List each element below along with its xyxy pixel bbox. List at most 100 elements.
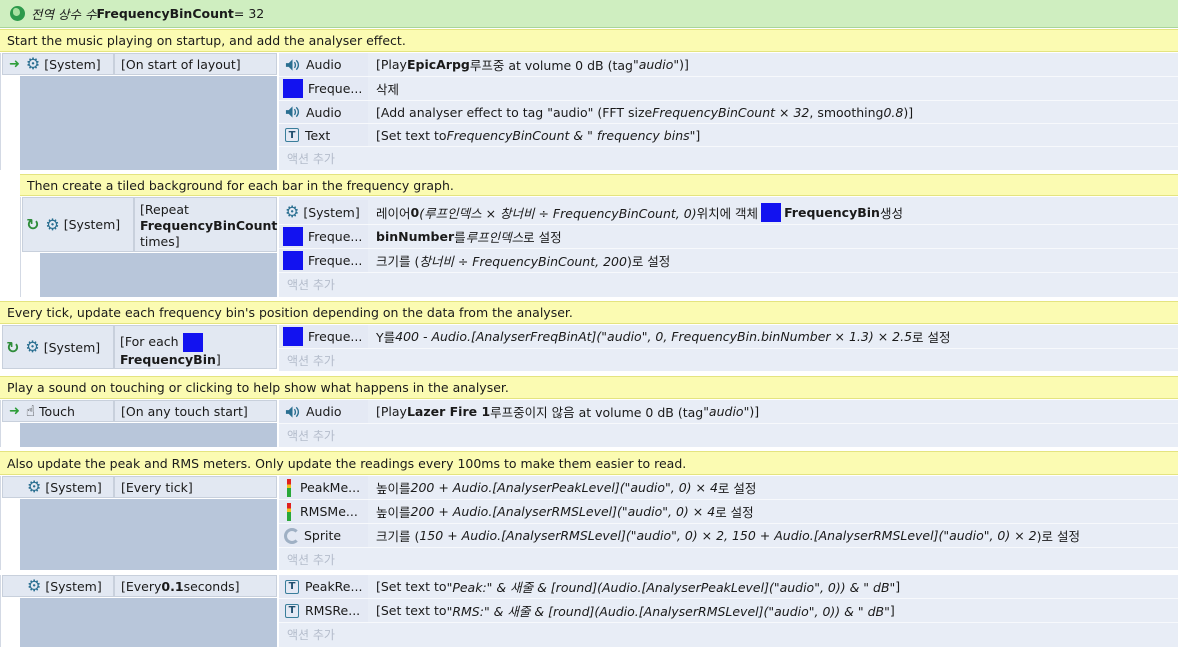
comment-row[interactable]: Also update the peak and RMS meters. Onl… (0, 451, 1178, 475)
action-text[interactable]: 크기를 (150 + Audio.[AnalyserRMSLevel]("aud… (368, 524, 1178, 548)
event-object-cell[interactable]: ↻ ⚙ [System] (22, 197, 134, 252)
touch-label: Touch (39, 403, 75, 419)
event-margin (0, 575, 1, 647)
action-text[interactable]: [Set text to FrequencyBinCount & " frequ… (368, 124, 1178, 147)
gear-icon: ⚙ (25, 54, 41, 73)
event-block-filler (20, 76, 277, 170)
event-block-filler (20, 499, 277, 570)
event-object-cell[interactable]: ↻ ⚙ [System] (2, 325, 114, 369)
action-text[interactable]: [Set text to "RMS:" & 새줄 & [round](Audio… (368, 599, 1178, 623)
condition-text: [For each FrequencyBin] (120, 333, 221, 367)
action-text[interactable]: Y를 400 - Audio.[AnalyserFreqBinAt]("audi… (368, 325, 1178, 349)
action-object-frequencybin[interactable]: Freque... (279, 325, 368, 349)
action-object-text[interactable]: T Text (279, 124, 368, 147)
text-object-icon: T (285, 128, 299, 142)
system-label: [System] (45, 578, 102, 594)
action-object-rmsmeter[interactable]: RMSMe... (279, 500, 368, 524)
action-text[interactable]: binNumber 를 루프인덱스 로 설정 (368, 225, 1178, 249)
action-object-audio[interactable]: Audio (279, 400, 368, 424)
blue-sprite-icon (182, 333, 203, 352)
event-condition-cell[interactable]: [On start of layout] (114, 53, 277, 75)
blue-sprite-icon (283, 227, 303, 246)
event-margin (20, 197, 21, 297)
text-object-icon: T (285, 603, 299, 618)
gear-icon: ⚙ (27, 477, 42, 496)
trigger-arrow-icon: ➜ (9, 403, 20, 419)
speaker-icon (285, 58, 300, 71)
system-label: [System] (63, 217, 121, 232)
meter-icon (287, 478, 291, 497)
add-action-link[interactable]: 액션 추가 (279, 424, 479, 446)
action-text[interactable]: [Play EpicArpg 루프중 at volume 0 dB (tag "… (368, 53, 1178, 77)
event-block-filler (20, 598, 277, 647)
action-object-sprite[interactable]: Sprite (279, 524, 368, 548)
condition-text: [Repeat FrequencyBinCount times] (140, 202, 278, 249)
add-action-link[interactable]: 액션 추가 (279, 349, 479, 371)
meter-icon (287, 502, 291, 521)
action-text[interactable]: [Add analyser effect to tag "audio" (FFT… (368, 101, 1178, 124)
action-text[interactable]: [Set text to "Peak:" & 새줄 & [round](Audi… (368, 575, 1178, 599)
event-condition-cell[interactable]: [On any touch start] (114, 400, 277, 422)
global-variable-name: FrequencyBinCount (96, 6, 234, 21)
event-condition-cell[interactable]: [For each FrequencyBin] (114, 325, 277, 369)
action-object-frequencybin[interactable]: Freque... (279, 249, 368, 273)
comment-row[interactable]: Play a sound on touching or clicking to … (0, 376, 1178, 399)
globe-icon (10, 6, 25, 21)
touch-hand-icon: ☝ (25, 402, 36, 420)
event-condition-cell[interactable]: [Every tick] (114, 476, 277, 498)
system-label: [System] (43, 339, 101, 355)
action-object-peakmeter[interactable]: PeakMe... (279, 476, 368, 500)
global-variable-prefix: 전역 상수 수 (31, 7, 97, 22)
gear-icon: ⚙ (45, 214, 60, 234)
loop-icon: ↻ (26, 215, 40, 234)
system-label: [System] (44, 56, 101, 72)
action-text[interactable]: [Play Lazer Fire 1 루프중이지 않음 at volume 0 … (368, 400, 1178, 424)
global-variable-row[interactable]: 전역 상수 수 FrequencyBinCount = 32 (0, 0, 1178, 28)
add-action-link[interactable]: 액션 추가 (279, 273, 479, 295)
add-action-link[interactable]: 액션 추가 (279, 147, 479, 169)
comment-text: Every tick, update each frequency bin's … (7, 305, 573, 320)
action-object-peakreadout[interactable]: T PeakRe... (279, 575, 368, 599)
gear-icon: ⚙ (25, 337, 40, 356)
blue-sprite-icon (283, 79, 303, 98)
action-object-system[interactable]: ⚙ [System] (279, 200, 368, 225)
action-text[interactable]: 높이를 200 + Audio.[AnalyserPeakLevel]("aud… (368, 476, 1178, 500)
action-text[interactable]: 레이어 0 (루프인덱스 × 창너비 ÷ FrequencyBinCount, … (368, 200, 1178, 225)
action-object-frequencybin[interactable]: Freque... (279, 225, 368, 249)
action-text[interactable]: 높이를 200 + Audio.[AnalyserRMSLevel]("audi… (368, 500, 1178, 524)
event-margin (0, 53, 1, 170)
event-object-cell[interactable]: ⚙ [System] (2, 476, 114, 498)
action-object-frequencybin[interactable]: Freque... (279, 77, 368, 101)
condition-text: [On any touch start] (121, 403, 248, 419)
add-action-link[interactable]: 액션 추가 (279, 548, 479, 570)
event-block-filler (20, 423, 277, 447)
speaker-icon (285, 405, 300, 418)
gear-icon: ⚙ (27, 576, 42, 595)
global-variable-value: = 32 (233, 6, 265, 21)
action-object-audio[interactable]: Audio (279, 53, 368, 77)
event-margin (0, 476, 1, 570)
event-object-cell[interactable]: ➜ ☝ Touch (2, 400, 114, 422)
condition-text: [Every tick] (121, 479, 193, 495)
system-label: [System] (45, 479, 102, 495)
action-object-audio[interactable]: Audio (279, 101, 368, 124)
event-margin (0, 400, 1, 447)
comment-text: Start the music playing on startup, and … (7, 33, 406, 48)
action-text[interactable]: 크기를 (창너비 ÷ FrequencyBinCount, 200)로 설정 (368, 249, 1178, 273)
event-condition-cell[interactable]: [Every 0.1 seconds] (114, 575, 277, 597)
event-condition-cell[interactable]: [Repeat FrequencyBinCount times] (134, 197, 277, 252)
event-object-cell[interactable]: ➜ ⚙ [System] (2, 53, 114, 75)
speaker-icon (285, 106, 300, 118)
action-text[interactable]: 삭제 (368, 77, 1178, 101)
condition-text: [On start of layout] (121, 56, 241, 72)
loop-icon: ↻ (6, 337, 20, 357)
gear-icon: ⚙ (285, 202, 300, 221)
event-object-cell[interactable]: ⚙ [System] (2, 575, 114, 597)
add-action-link[interactable]: 액션 추가 (279, 623, 479, 645)
comment-row[interactable]: Then create a tiled background for each … (20, 174, 1178, 196)
comment-row[interactable]: Every tick, update each frequency bin's … (0, 301, 1178, 324)
comment-row[interactable]: Start the music playing on startup, and … (0, 29, 1178, 52)
action-object-rmsreadout[interactable]: T RMSRe... (279, 599, 368, 623)
comment-text: Play a sound on touching or clicking to … (7, 380, 509, 395)
comment-text: Also update the peak and RMS meters. Onl… (7, 455, 687, 471)
